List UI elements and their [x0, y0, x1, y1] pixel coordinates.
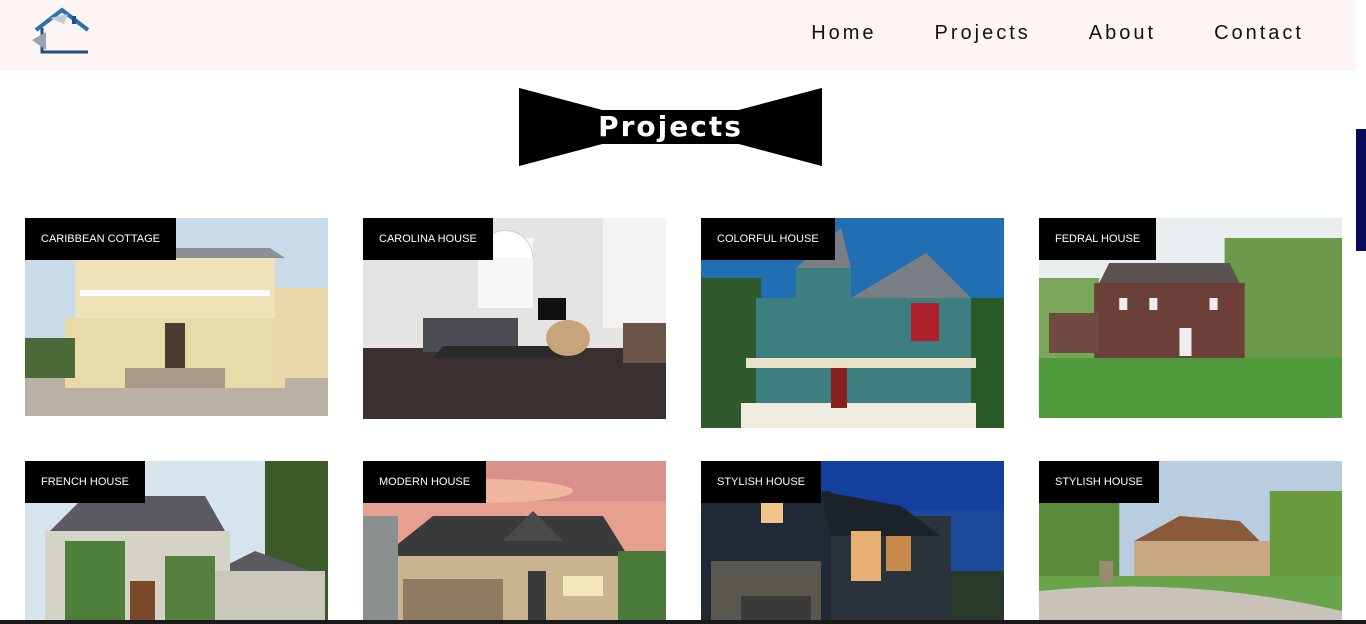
project-label: FEDRAL HOUSE	[1039, 218, 1157, 260]
page-title: Projects	[598, 110, 743, 143]
project-card-caribbean-cottage[interactable]: CARIBBEAN COTTAGE	[25, 218, 328, 416]
project-card-stylish-house-2[interactable]: STYLISH HOUSE	[1039, 461, 1342, 620]
nav-projects[interactable]: Projects	[935, 22, 1031, 44]
main-nav: Home Projects About Contact	[753, 22, 1304, 44]
project-label: FRENCH HOUSE	[25, 461, 146, 503]
project-card-stylish-house-1[interactable]: STYLISH HOUSE	[701, 461, 1004, 620]
nav-home[interactable]: Home	[811, 22, 876, 44]
nav-about[interactable]: About	[1089, 22, 1156, 44]
page-title-banner: Projects	[519, 88, 822, 166]
nav-contact[interactable]: Contact	[1214, 22, 1304, 44]
project-label: STYLISH HOUSE	[1039, 461, 1160, 503]
project-label: MODERN HOUSE	[363, 461, 487, 503]
project-card-modern-house[interactable]: MODERN HOUSE	[363, 461, 666, 620]
project-label: COLORFUL HOUSE	[701, 218, 835, 260]
logo-house-icon[interactable]	[28, 6, 94, 62]
bottom-divider	[0, 620, 1366, 624]
site-header: Home Projects About Contact	[0, 0, 1356, 70]
project-card-fedral-house[interactable]: FEDRAL HOUSE	[1039, 218, 1342, 418]
project-label: STYLISH HOUSE	[701, 461, 822, 503]
project-label: CARIBBEAN COTTAGE	[25, 218, 176, 260]
project-card-colorful-house[interactable]: COLORFUL HOUSE	[701, 218, 1004, 428]
side-scroll-indicator[interactable]	[1356, 129, 1366, 251]
project-card-french-house[interactable]: FRENCH HOUSE	[25, 461, 328, 620]
project-card-carolina-house[interactable]: CAROLINA HOUSE	[363, 218, 666, 419]
project-label: CAROLINA HOUSE	[363, 218, 493, 260]
